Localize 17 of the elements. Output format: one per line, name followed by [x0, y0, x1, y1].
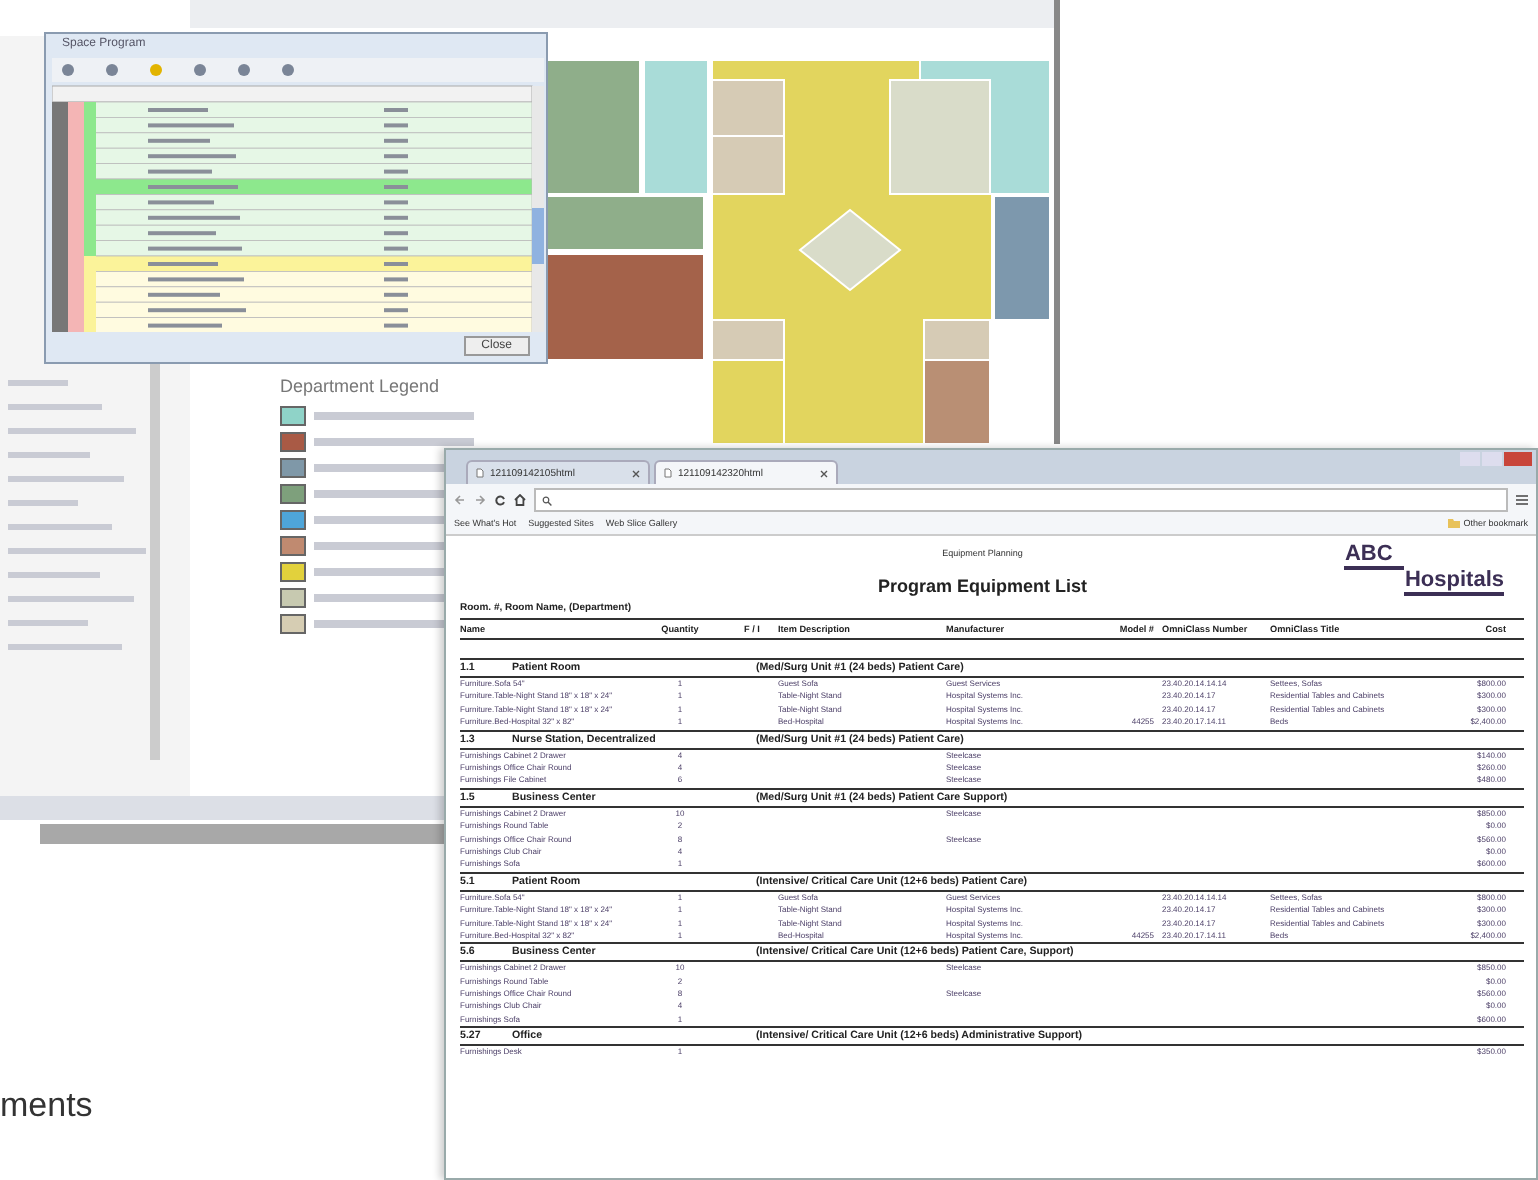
menu-icon[interactable]	[1516, 494, 1528, 506]
forward-icon[interactable]	[474, 494, 486, 506]
caption-text: ments	[0, 1086, 93, 1126]
logo-text: Hospitals	[1404, 570, 1504, 596]
back-icon[interactable]	[454, 494, 466, 506]
close-icon[interactable]	[820, 469, 828, 477]
page-icon	[476, 468, 484, 478]
page-icon	[664, 468, 672, 478]
window-controls-drawing[interactable]	[1460, 452, 1532, 468]
close-icon[interactable]	[632, 469, 640, 477]
logo-text: ABC	[1344, 544, 1405, 570]
address-field[interactable]	[534, 488, 1508, 512]
home-icon[interactable]	[514, 494, 526, 506]
search-icon	[542, 495, 552, 505]
legend-title: Department Legend	[280, 376, 442, 396]
report-title: Program Equipment List	[877, 576, 1087, 596]
reload-icon[interactable]	[494, 494, 506, 506]
